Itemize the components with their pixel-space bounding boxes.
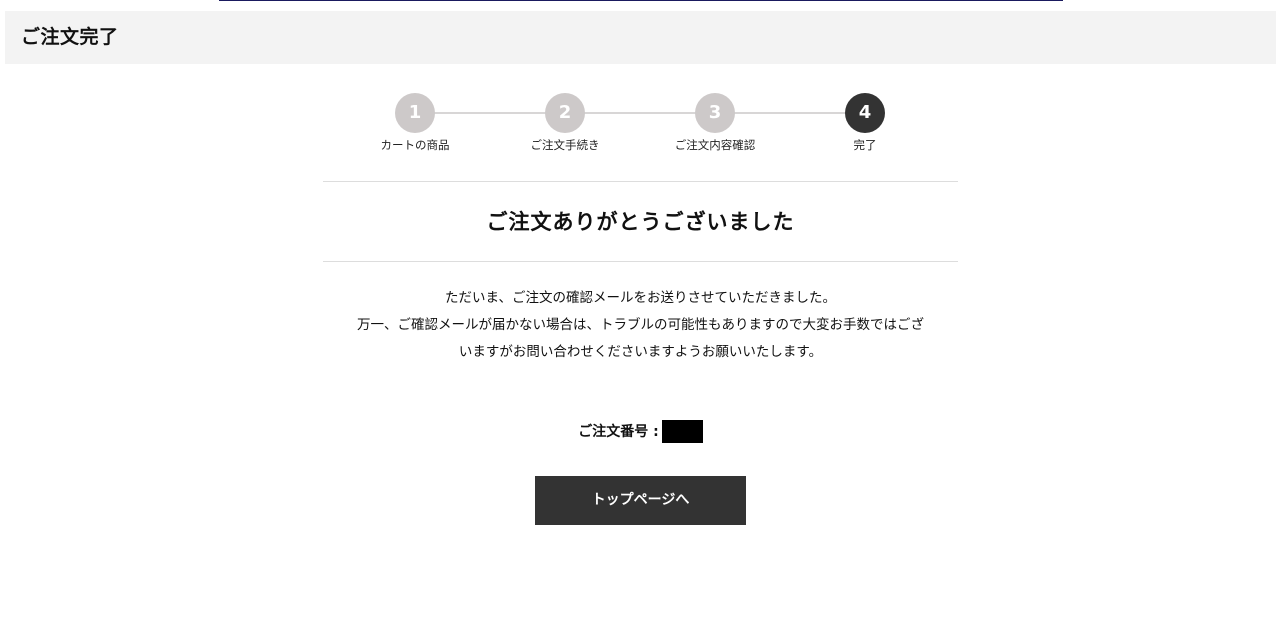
message-line: いますがお問い合わせくださいますようお願いいたします。	[458, 344, 823, 360]
step-number: 4	[845, 93, 885, 133]
step-number: 2	[545, 93, 585, 133]
step-label: ご注文手続き	[530, 138, 600, 152]
checkout-stepper: 1 カートの商品 2 ご注文手続き 3 ご注文内容確認 4 完了	[340, 93, 940, 157]
step-label: カートの商品	[380, 138, 450, 152]
step-number: 3	[695, 93, 735, 133]
back-to-top-page-button[interactable]: トップページへ	[535, 476, 746, 525]
confirmation-message: ただいま、ご注文の確認メールをお送りさせていただきました。 万一、ご確認メールが…	[323, 285, 958, 366]
divider-bottom	[323, 261, 958, 262]
step-cart: 1 カートの商品	[340, 93, 490, 152]
order-number-value-redacted	[661, 419, 703, 443]
page-title: ご注文完了	[21, 26, 119, 48]
step-complete: 4 完了	[790, 93, 940, 152]
order-number: ご注文番号 :	[323, 419, 958, 444]
page-header: ご注文完了	[5, 11, 1276, 64]
top-border-line	[219, 0, 1063, 1]
message-line: ただいま、ご注文の確認メールをお送りさせていただきました。	[445, 290, 836, 306]
step-label: ご注文内容確認	[674, 138, 756, 152]
order-number-label: ご注文番号 :	[578, 424, 659, 440]
step-number: 1	[395, 93, 435, 133]
step-label: 完了	[853, 138, 877, 152]
step-confirm: 3 ご注文内容確認	[640, 93, 790, 152]
step-procedure: 2 ご注文手続き	[490, 93, 640, 152]
thank-you-heading: ご注文ありがとうございました	[486, 210, 795, 234]
divider-top	[323, 181, 958, 182]
message-line: 万一、ご確認メールが届かない場合は、トラブルの可能性もありますので大変お手数では…	[357, 317, 924, 333]
